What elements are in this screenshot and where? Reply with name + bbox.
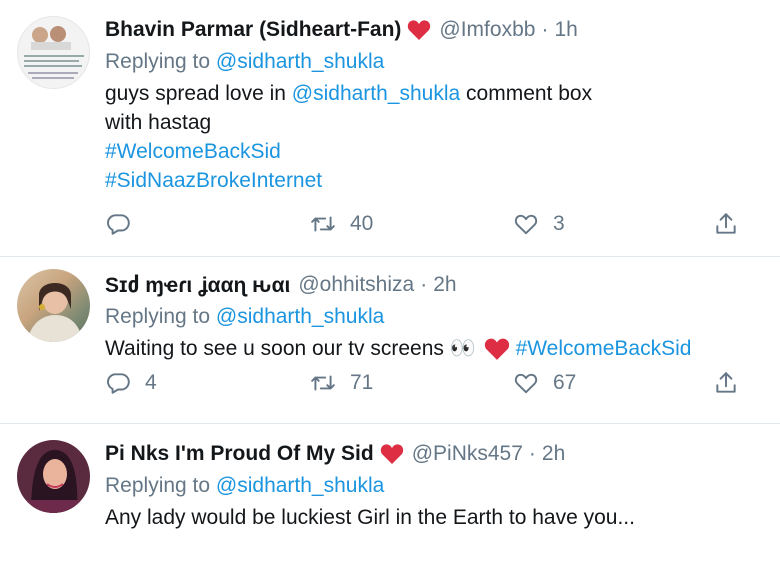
author-handle[interactable]: @Imfoxbb — [439, 18, 535, 42]
share-icon — [716, 372, 736, 393]
replying-to: Replying to @sidharth_shukla — [105, 302, 760, 331]
replying-to: Replying to @sidharth_shukla — [105, 47, 760, 76]
red-heart-emoji-icon — [408, 20, 431, 40]
share-button[interactable] — [713, 211, 739, 237]
hashtag[interactable]: #WelcomeBackSid — [516, 337, 692, 360]
separator-dot: · — [528, 442, 536, 465]
hashtag-link[interactable]: #WelcomeBackSid — [105, 137, 760, 166]
retweet-button[interactable]: 40 — [310, 211, 373, 237]
author-name[interactable]: Bhavin Parmar (Sidheart-Fan) — [105, 18, 401, 42]
retweet-icon — [311, 375, 335, 391]
like-button[interactable]: 67 — [513, 370, 576, 396]
reply-count: 4 — [145, 371, 157, 394]
tweet-header: Pi Nks I'm Proud Of My Sid @PiNks457 · 2… — [105, 439, 760, 469]
hashtag[interactable]: #WelcomeBackSid — [105, 140, 281, 163]
timestamp[interactable]: 1h — [554, 18, 577, 42]
red-heart-emoji-icon — [380, 444, 403, 464]
heart-icon — [514, 214, 538, 235]
like-count: 67 — [553, 371, 577, 394]
tweet-actions: 4 71 67 — [105, 370, 740, 400]
tweet-header: Sɪძ ɱҽɾι ʝααɳ ԋαι @ohhitshiza · 2h — [105, 270, 760, 300]
retweet-count: 40 — [350, 212, 374, 235]
reply-icon — [107, 214, 130, 235]
tweet-actions: 40 3 — [105, 211, 740, 241]
tweet-text: Waiting to see u soon our tv screens 👀 #… — [105, 334, 760, 363]
author-name[interactable]: Sɪძ ɱҽɾι ʝααɳ ԋαι — [105, 273, 290, 298]
separator-dot: · — [541, 18, 549, 41]
tweet-header: Bhavin Parmar (Sidheart-Fan) @Imfoxbb · … — [105, 15, 760, 45]
mention-link[interactable]: @sidharth_shukla — [292, 82, 460, 105]
separator-dot: · — [420, 273, 428, 296]
tweet[interactable]: Bhavin Parmar (Sidheart-Fan) @Imfoxbb · … — [0, 0, 780, 257]
heart-icon — [514, 373, 538, 394]
retweet-button[interactable]: 71 — [310, 370, 373, 396]
like-button[interactable]: 3 — [513, 211, 565, 237]
reply-icon — [107, 373, 130, 394]
avatar[interactable] — [17, 440, 90, 513]
avatar[interactable] — [17, 16, 90, 89]
tweet-text-part: Waiting to see u soon our tv screens 👀 — [105, 337, 476, 360]
reply-button[interactable] — [105, 211, 145, 237]
author-name[interactable]: Pi Nks I'm Proud Of My Sid — [105, 442, 374, 466]
replying-to-label: Replying to — [105, 50, 216, 73]
hashtag-link[interactable]: #SidNaazBrokeInternet — [105, 166, 760, 195]
replying-to: Replying to @sidharth_shukla — [105, 471, 760, 500]
tweet[interactable]: Pi Nks I'm Proud Of My Sid @PiNks457 · 2… — [0, 424, 780, 563]
tweet[interactable]: Sɪძ ɱҽɾι ʝααɳ ԋαι @ohhitshiza · 2h Reply… — [0, 257, 780, 424]
author-handle[interactable]: @ohhitshiza — [298, 273, 414, 297]
tweet-text: guys spread love in @sidharth_shukla com… — [105, 79, 760, 108]
author-handle[interactable]: @PiNks457 — [412, 442, 523, 466]
replying-to-label: Replying to — [105, 474, 216, 497]
share-icon — [716, 213, 736, 234]
share-button[interactable] — [713, 370, 739, 396]
retweet-count: 71 — [350, 371, 374, 394]
replying-to-mention[interactable]: @sidharth_shukla — [216, 474, 384, 497]
red-heart-emoji-icon — [484, 339, 509, 361]
tweet-text: Any lady would be luckiest Girl in the E… — [105, 506, 635, 529]
timestamp[interactable]: 2h — [433, 273, 456, 297]
retweet-icon — [311, 216, 335, 232]
tweet-text-part: guys spread love in — [105, 82, 292, 105]
replying-to-label: Replying to — [105, 305, 216, 328]
reply-button[interactable]: 4 — [105, 370, 157, 396]
hashtag[interactable]: #SidNaazBrokeInternet — [105, 169, 322, 192]
tweet-text-part: comment box — [460, 82, 593, 105]
avatar[interactable] — [17, 269, 90, 342]
replying-to-mention[interactable]: @sidharth_shukla — [216, 305, 384, 328]
like-count: 3 — [553, 212, 565, 235]
replying-to-mention[interactable]: @sidharth_shukla — [216, 50, 384, 73]
tweet-feed: Bhavin Parmar (Sidheart-Fan) @Imfoxbb · … — [0, 0, 780, 563]
tweet-text-line: with hastag — [105, 111, 212, 134]
timestamp[interactable]: 2h — [542, 442, 565, 466]
